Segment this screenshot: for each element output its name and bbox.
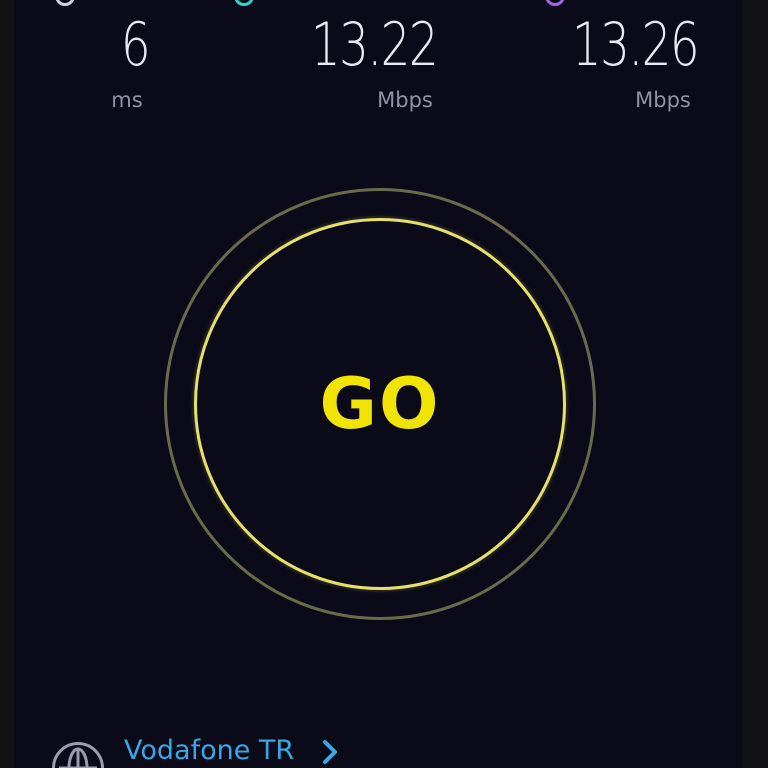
go-label: GO xyxy=(319,363,441,445)
download-unit: Mbps xyxy=(377,88,433,112)
ping-value: 6 xyxy=(120,10,151,80)
go-button[interactable]: GO xyxy=(194,218,566,590)
speedtest-screen: 6 ms 13.22 Mbps 13.26 Mbps GO Vodafone T… xyxy=(0,0,768,768)
download-value: 13.22 xyxy=(310,10,439,80)
upload-icon xyxy=(545,0,565,6)
right-border xyxy=(742,0,768,768)
upload-unit: Mbps xyxy=(635,88,691,112)
upload-value: 13.26 xyxy=(571,10,700,80)
provider-link[interactable]: Vodafone TR xyxy=(52,732,382,768)
left-border xyxy=(0,0,14,768)
ping-icon xyxy=(55,0,75,6)
download-icon xyxy=(234,0,254,6)
globe-icon xyxy=(52,742,104,768)
chevron-right-icon[interactable] xyxy=(317,738,345,766)
ping-unit: ms xyxy=(111,88,143,112)
go-control: GO xyxy=(164,188,596,620)
provider-name[interactable]: Vodafone TR xyxy=(124,734,294,768)
